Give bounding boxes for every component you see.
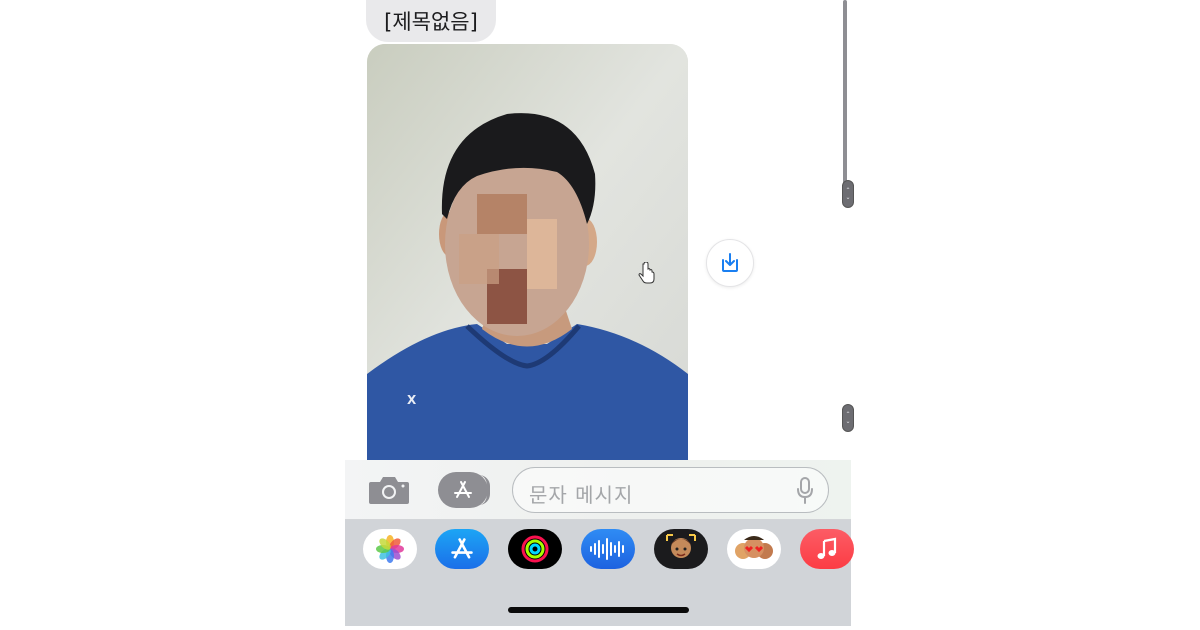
download-icon (722, 253, 738, 272)
music-icon[interactable] (800, 529, 854, 569)
camera-icon[interactable] (367, 474, 411, 506)
app-store-icon (454, 481, 472, 498)
scrollbar-handle-bottom[interactable]: ⌃ ⌄ (842, 404, 854, 432)
svg-text:X: X (407, 393, 417, 407)
photo-attachment[interactable]: X (367, 44, 688, 464)
microphone-icon[interactable] (796, 477, 814, 505)
message-composer: 문자 메시지 (345, 460, 851, 520)
memoji-icon[interactable] (654, 529, 708, 569)
activity-rings-icon[interactable] (508, 529, 562, 569)
scrollbar-track[interactable] (843, 0, 847, 192)
message-subject-bubble: [제목없음] (366, 0, 496, 42)
photos-icon[interactable] (363, 529, 417, 569)
photo-image: X (367, 44, 688, 464)
message-subject-text: [제목없음] (384, 10, 478, 34)
home-indicator (508, 607, 689, 613)
message-placeholder: 문자 메시지 (529, 483, 634, 507)
imessage-app-drawer (345, 520, 854, 626)
apps-button[interactable] (438, 472, 490, 508)
memoji-stickers-icon[interactable] (727, 529, 781, 569)
app-store-icon[interactable] (435, 529, 489, 569)
save-attachment-button[interactable] (706, 239, 754, 287)
message-text-field[interactable]: 문자 메시지 (512, 467, 829, 513)
scrollbar-handle-top[interactable]: ⌃ ⌄ (842, 180, 854, 208)
hand-cursor-icon (638, 262, 655, 284)
waveform-icon[interactable] (581, 529, 635, 569)
